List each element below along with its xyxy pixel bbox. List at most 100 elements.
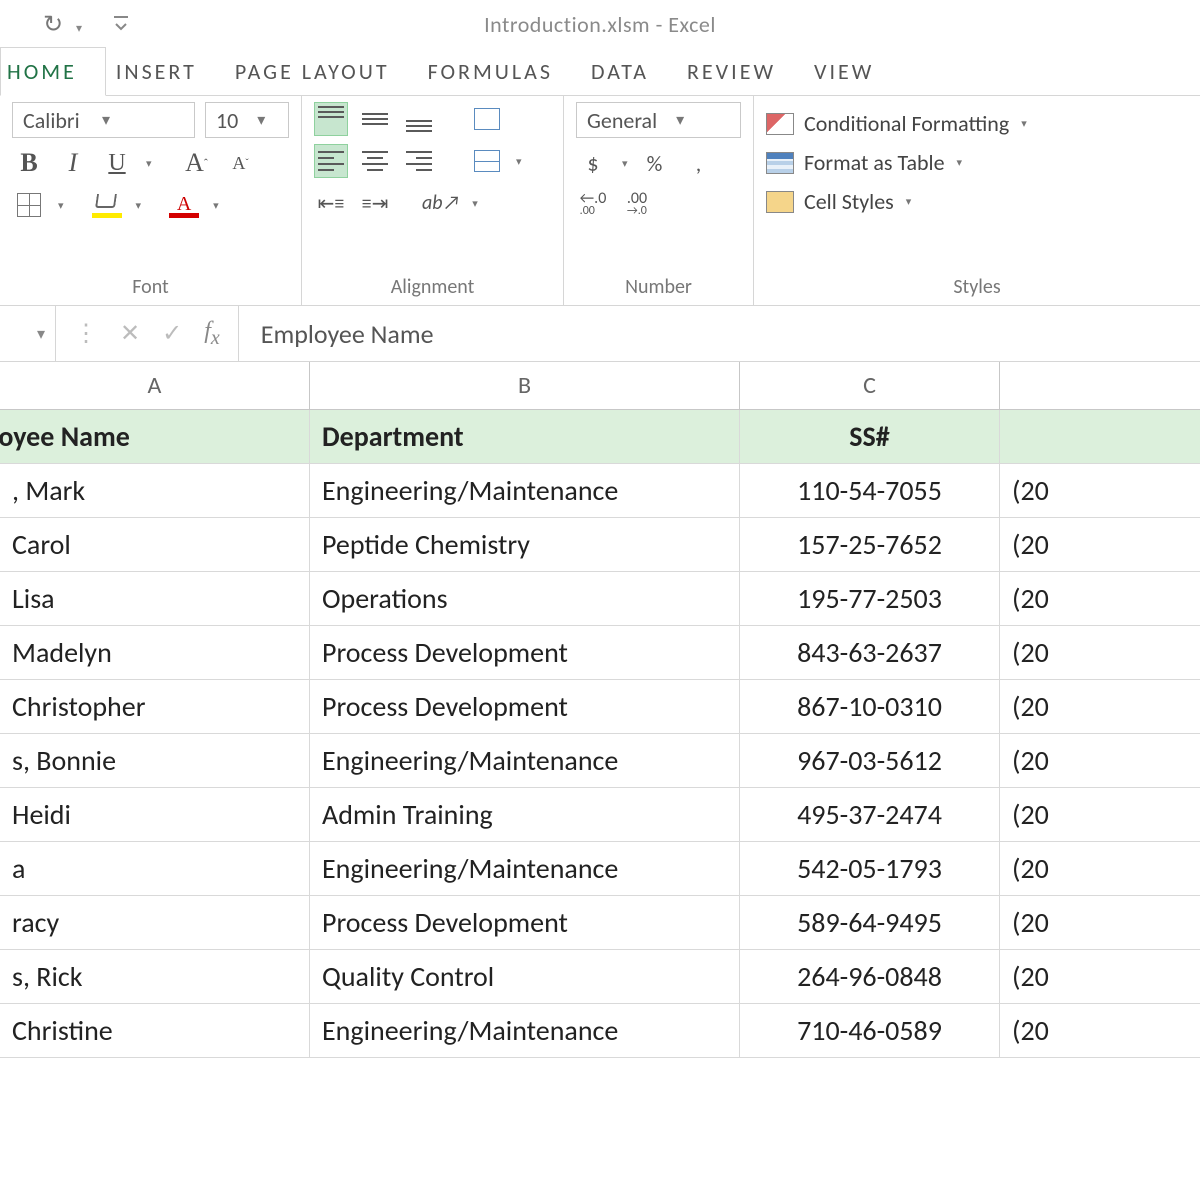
insert-function-button[interactable]: fx [204,318,220,350]
table-row[interactable]: LisaOperations195-77-2503(20 [0,572,1200,626]
cell-d[interactable]: (20 [1000,734,1200,787]
merge-center-button[interactable] [470,144,504,178]
cell-name[interactable]: , Mark [0,464,310,517]
table-row[interactable]: ChristopherProcess Development867-10-031… [0,680,1200,734]
font-color-button[interactable]: A [167,188,201,222]
column-header-c[interactable]: C [740,362,1000,409]
chevron-down-icon[interactable]: ▾ [472,197,478,210]
fill-color-button[interactable] [90,188,124,222]
align-top-button[interactable] [314,102,348,136]
cell-name[interactable]: a [0,842,310,895]
qat-customize-icon[interactable] [104,7,138,41]
cell-name[interactable]: s, Rick [0,950,310,1003]
cell-styles-button[interactable]: Cell Styles ▾ [766,184,1188,219]
table-row[interactable]: , MarkEngineering/Maintenance110-54-7055… [0,464,1200,518]
cell-ss[interactable]: 843-63-2637 [740,626,1000,679]
align-right-button[interactable] [402,144,436,178]
font-name-combo[interactable]: Calibri ▾ [12,102,195,138]
cell-ss[interactable]: 589-64-9495 [740,896,1000,949]
cell-name[interactable]: Christopher [0,680,310,733]
number-format-combo[interactable]: General ▾ [576,102,741,138]
cell-d[interactable]: (20 [1000,788,1200,841]
accounting-format-button[interactable]: $ [576,146,610,180]
decrease-font-button[interactable]: Aˇ [224,146,258,180]
cell-dept[interactable]: Quality Control [310,950,740,1003]
cell-ss[interactable]: 110-54-7055 [740,464,1000,517]
cell-ss[interactable]: 867-10-0310 [740,680,1000,733]
cell-name[interactable]: Madelyn [0,626,310,679]
table-row[interactable]: CarolPeptide Chemistry157-25-7652(20 [0,518,1200,572]
chevron-down-icon[interactable]: ▾ [622,157,628,170]
column-header-b[interactable]: B [310,362,740,409]
cell-d[interactable]: (20 [1000,950,1200,1003]
cell-dept[interactable]: Process Development [310,626,740,679]
cell-ss[interactable]: 542-05-1793 [740,842,1000,895]
increase-indent-button[interactable]: ≡⇥ [358,186,392,220]
chevron-down-icon[interactable]: ▾ [58,199,64,212]
align-bottom-button[interactable] [402,102,436,136]
cell-ss[interactable]: 264-96-0848 [740,950,1000,1003]
redo-button[interactable]: ↻ [36,7,70,41]
cell-d[interactable]: (20 [1000,896,1200,949]
cell-d[interactable]: (20 [1000,842,1200,895]
column-header-d[interactable] [1000,362,1200,409]
chevron-down-icon[interactable]: ▾ [146,157,152,170]
tab-view[interactable]: VIEW [804,48,902,95]
cell-ss[interactable]: 195-77-2503 [740,572,1000,625]
percent-format-button[interactable]: % [638,146,672,180]
table-row[interactable]: s, RickQuality Control264-96-0848(20 [0,950,1200,1004]
table-row[interactable]: MadelynProcess Development843-63-2637(20 [0,626,1200,680]
cell-d[interactable]: (20 [1000,464,1200,517]
bold-button[interactable]: B [12,146,46,180]
tab-formulas[interactable]: FORMULAS [418,48,581,95]
font-size-combo[interactable]: 10 ▾ [205,102,289,138]
borders-button[interactable] [12,188,46,222]
cell-dept[interactable]: Process Development [310,896,740,949]
decrease-indent-button[interactable]: ⇤≡ [314,186,348,220]
table-row[interactable]: ChristineEngineering/Maintenance710-46-0… [0,1004,1200,1058]
redo-more-icon[interactable]: ▾ [76,21,82,36]
cell-dept[interactable]: Engineering/Maintenance [310,1004,740,1057]
cell-name[interactable]: Heidi [0,788,310,841]
table-row[interactable]: racyProcess Development589-64-9495(20 [0,896,1200,950]
cell-name[interactable]: s, Bonnie [0,734,310,787]
comma-format-button[interactable]: , [682,146,716,180]
cell-name[interactable]: Christine [0,1004,310,1057]
wrap-text-button[interactable] [470,102,504,136]
cell-dept[interactable]: Admin Training [310,788,740,841]
underline-button[interactable]: U [100,146,134,180]
italic-button[interactable]: I [56,146,90,180]
chevron-down-icon[interactable]: ▾ [136,199,142,212]
conditional-formatting-button[interactable]: Conditional Formatting ▾ [766,106,1188,141]
table-row[interactable]: HeidiAdmin Training495-37-2474(20 [0,788,1200,842]
cell-ss[interactable]: 495-37-2474 [740,788,1000,841]
cell-d[interactable]: (20 [1000,572,1200,625]
cell-d[interactable]: (20 [1000,680,1200,733]
cell-dept[interactable]: Engineering/Maintenance [310,842,740,895]
enter-formula-button[interactable]: ✓ [162,319,182,348]
chevron-down-icon[interactable]: ▾ [213,199,219,212]
formula-options-icon[interactable]: ⋮ [74,319,98,348]
tab-data[interactable]: DATA [581,48,677,95]
increase-font-button[interactable]: Aˆ [180,146,214,180]
orientation-button[interactable]: ab↗ [422,186,460,220]
cell-dept[interactable]: Peptide Chemistry [310,518,740,571]
cell-name[interactable]: Carol [0,518,310,571]
tab-home[interactable]: HOME [0,47,106,96]
chevron-down-icon[interactable]: ▾ [516,155,522,168]
increase-decimal-button[interactable]: ←.0.00 [576,188,610,222]
cell-name[interactable]: racy [0,896,310,949]
align-left-button[interactable] [314,144,348,178]
format-as-table-button[interactable]: Format as Table ▾ [766,145,1188,180]
decrease-decimal-button[interactable]: .00→.0 [620,188,654,222]
cell-name[interactable]: Lisa [0,572,310,625]
align-middle-button[interactable] [358,102,392,136]
cell-ss[interactable]: 157-25-7652 [740,518,1000,571]
table-row[interactable]: aEngineering/Maintenance542-05-1793(20 [0,842,1200,896]
cancel-formula-button[interactable]: ✕ [120,319,140,348]
table-row[interactable]: s, BonnieEngineering/Maintenance967-03-5… [0,734,1200,788]
cell-dept[interactable]: Engineering/Maintenance [310,464,740,517]
cell-dept[interactable]: Process Development [310,680,740,733]
cell-ss[interactable]: 967-03-5612 [740,734,1000,787]
table-header-row[interactable]: Employee Name Department SS# [0,410,1200,464]
